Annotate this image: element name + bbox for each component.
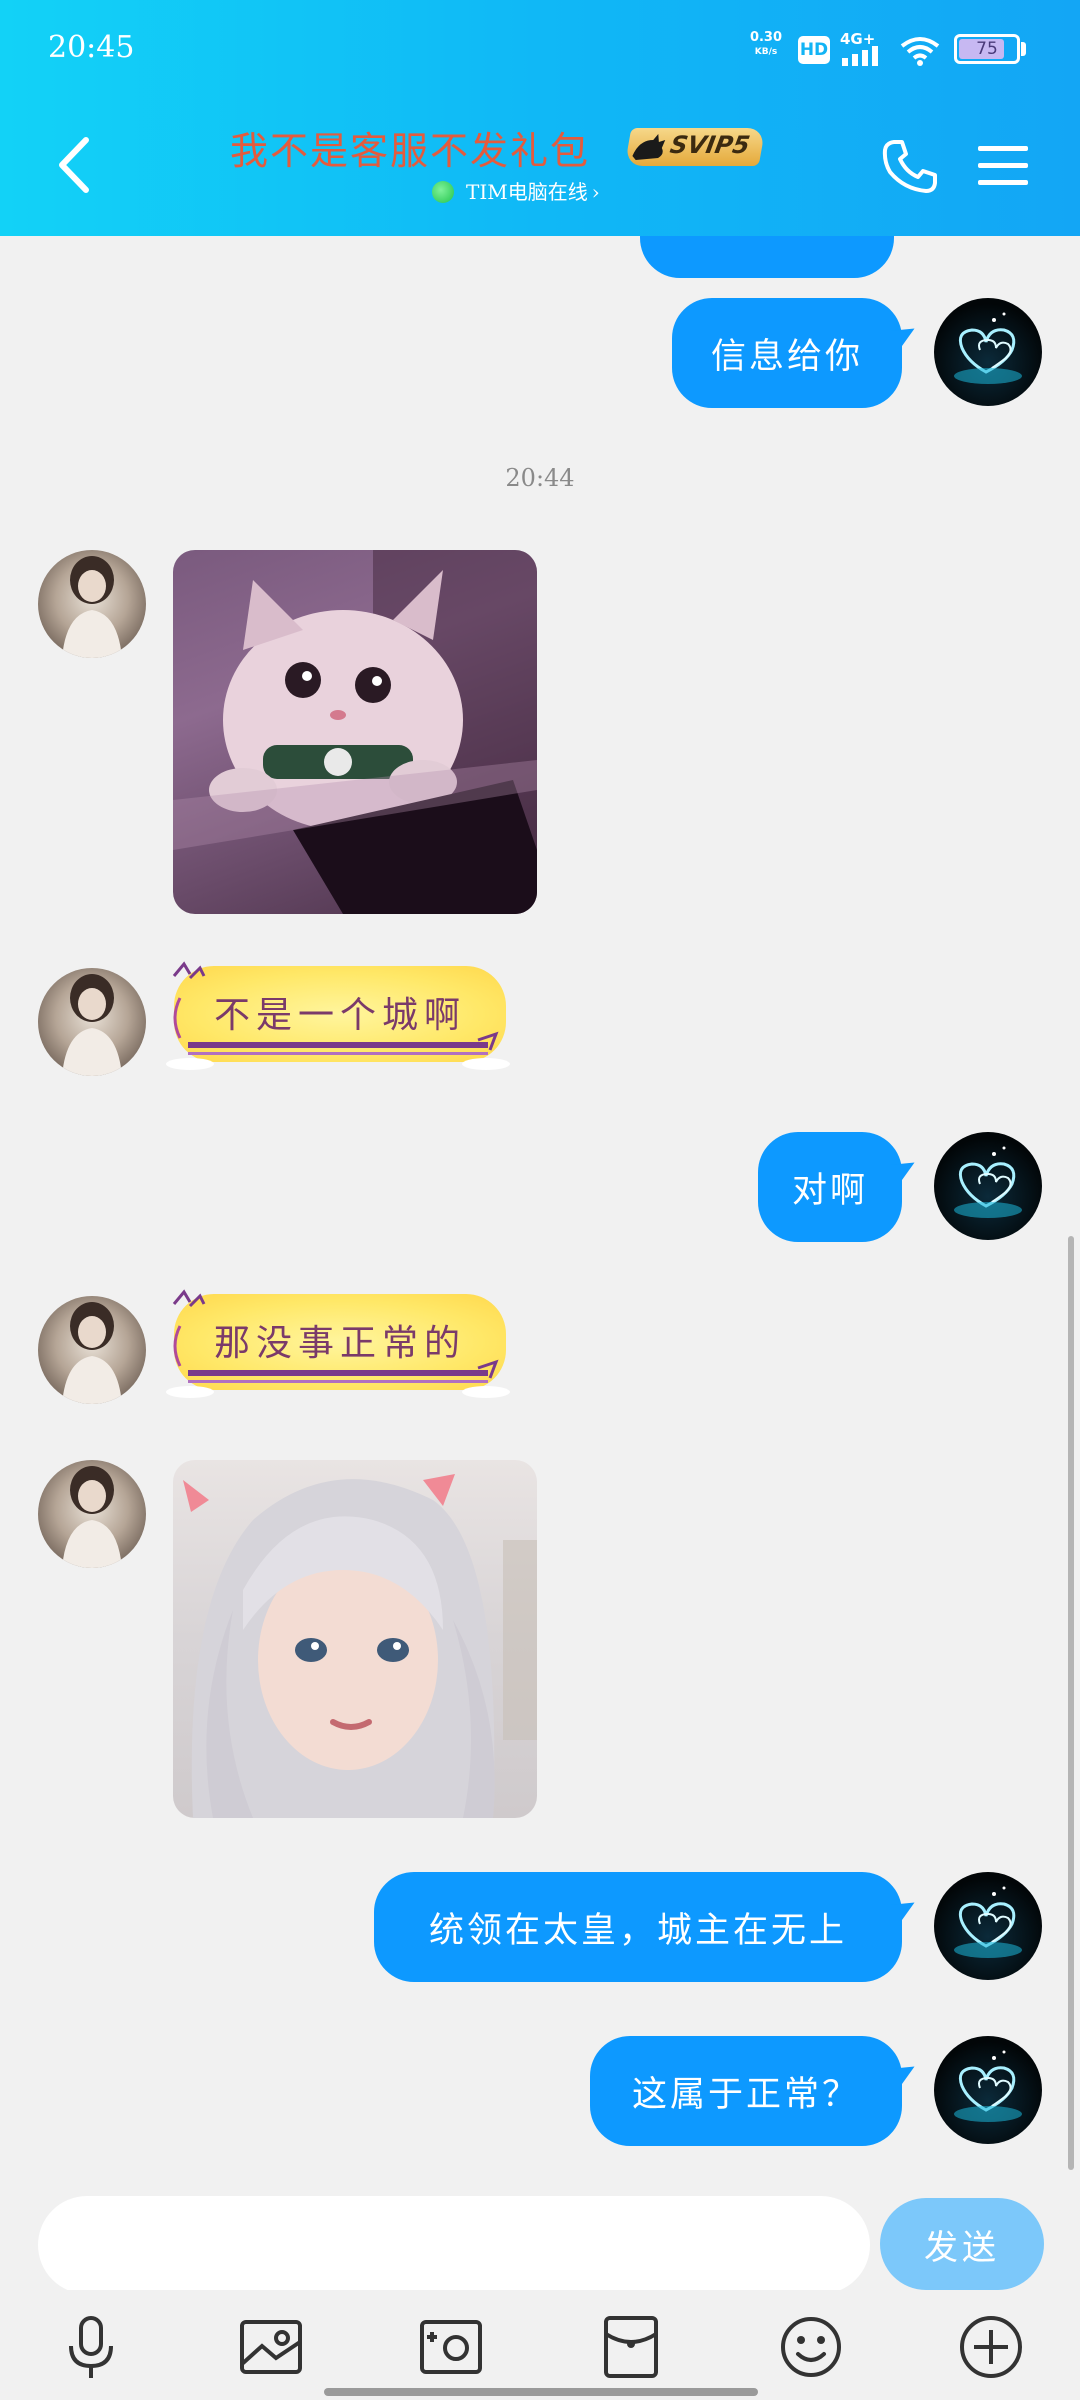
time-divider: 20:44 xyxy=(505,464,575,492)
heart-avatar-art xyxy=(954,1146,1022,1218)
avatar-other[interactable] xyxy=(38,968,146,1076)
scrollbar[interactable] xyxy=(1068,1236,1074,2170)
message-list[interactable]: 信息给你 20:44 不是一个城啊 对啊 那没事正常的 统领在太皇，城主在无上 … xyxy=(0,236,1080,2170)
camera-icon[interactable] xyxy=(416,2312,486,2382)
message-bubble-outgoing[interactable]: 统领在太皇，城主在无上 xyxy=(374,1872,902,1982)
battery-tip xyxy=(1021,42,1026,56)
girl-avatar-art xyxy=(62,974,122,1076)
message-bubble-incoming[interactable]: 那没事正常的 xyxy=(160,1286,520,1408)
vip-cat-icon xyxy=(632,134,666,160)
online-status-text: TIM电脑在线 xyxy=(466,180,588,204)
girl-avatar-art xyxy=(62,556,122,658)
svip-badge[interactable]: SVIP5 xyxy=(624,128,766,166)
emoji-icon[interactable] xyxy=(776,2312,846,2382)
message-bubble-incoming[interactable]: 不是一个城啊 xyxy=(160,958,520,1080)
home-indicator[interactable] xyxy=(324,2388,758,2396)
net-speed: 0.30 KB/s xyxy=(748,30,784,60)
cat-photo xyxy=(173,550,537,914)
image-icon[interactable] xyxy=(236,2312,306,2382)
online-dot-icon xyxy=(432,181,454,203)
image-message[interactable] xyxy=(173,1460,537,1818)
plus-icon[interactable] xyxy=(956,2312,1026,2382)
message-text: 统领在太皇，城主在无上 xyxy=(428,1910,847,1951)
message-text: 对啊 xyxy=(791,1170,868,1211)
heart-avatar-art xyxy=(954,312,1022,384)
heart-avatar-art xyxy=(954,1886,1022,1958)
battery-icon: 75 xyxy=(954,34,1020,64)
phone-icon[interactable] xyxy=(880,136,940,196)
toolbar xyxy=(0,2290,1080,2400)
menu-icon[interactable] xyxy=(976,142,1030,190)
online-status[interactable]: TIM电脑在线 › xyxy=(432,176,600,206)
image-message[interactable] xyxy=(173,550,537,914)
net-speed-value: 0.30 xyxy=(749,30,783,45)
message-text: 信息给你 xyxy=(710,336,863,377)
message-bubble-outgoing[interactable]: 对啊 xyxy=(758,1132,902,1242)
chat-header: 20:45 0.30 KB/s HD 4G+ 75 我不是客服不发礼包 SVIP… xyxy=(0,0,1080,236)
previous-message-bubble[interactable] xyxy=(640,236,894,278)
wifi-icon xyxy=(900,37,940,66)
girl-avatar-art xyxy=(62,1302,122,1404)
avatar-self[interactable] xyxy=(934,1872,1042,1980)
message-text: 那没事正常的 xyxy=(213,1323,466,1364)
svip-label: SVIP5 xyxy=(667,131,752,159)
heart-avatar-art xyxy=(954,2050,1022,2122)
avatar-other[interactable] xyxy=(38,1460,146,1568)
avatar-other[interactable] xyxy=(38,1296,146,1404)
avatar-other[interactable] xyxy=(38,550,146,658)
message-text: 这属于正常？ xyxy=(631,2074,860,2115)
message-input[interactable] xyxy=(38,2196,870,2294)
send-button[interactable]: 发送 xyxy=(880,2198,1044,2290)
avatar-self[interactable] xyxy=(934,2036,1042,2144)
hd-icon: HD xyxy=(798,36,830,64)
microphone-icon[interactable] xyxy=(56,2312,126,2382)
red-packet-icon[interactable] xyxy=(596,2312,666,2382)
chat-title[interactable]: 我不是客服不发礼包 xyxy=(230,120,590,176)
net-speed-unit: KB/s xyxy=(754,47,778,57)
chevron-right-icon: › xyxy=(591,180,600,204)
message-bubble-outgoing[interactable]: 这属于正常？ xyxy=(590,2036,902,2146)
status-bar: 20:45 0.30 KB/s HD 4G+ 75 xyxy=(0,0,1080,100)
chevron-left-icon[interactable] xyxy=(48,130,98,200)
avatar-self[interactable] xyxy=(934,298,1042,406)
girl-photo xyxy=(183,1474,537,1818)
message-bubble-outgoing[interactable]: 信息给你 xyxy=(672,298,902,408)
status-time: 20:45 xyxy=(48,30,135,65)
signal-icon: 4G+ xyxy=(840,30,878,66)
avatar-self[interactable] xyxy=(934,1132,1042,1240)
input-bar: 发送 xyxy=(0,2170,1080,2294)
girl-avatar-art xyxy=(62,1466,122,1568)
message-text: 不是一个城啊 xyxy=(213,995,466,1036)
battery-level: 75 xyxy=(976,39,998,59)
network-type: 4G+ xyxy=(840,30,875,48)
